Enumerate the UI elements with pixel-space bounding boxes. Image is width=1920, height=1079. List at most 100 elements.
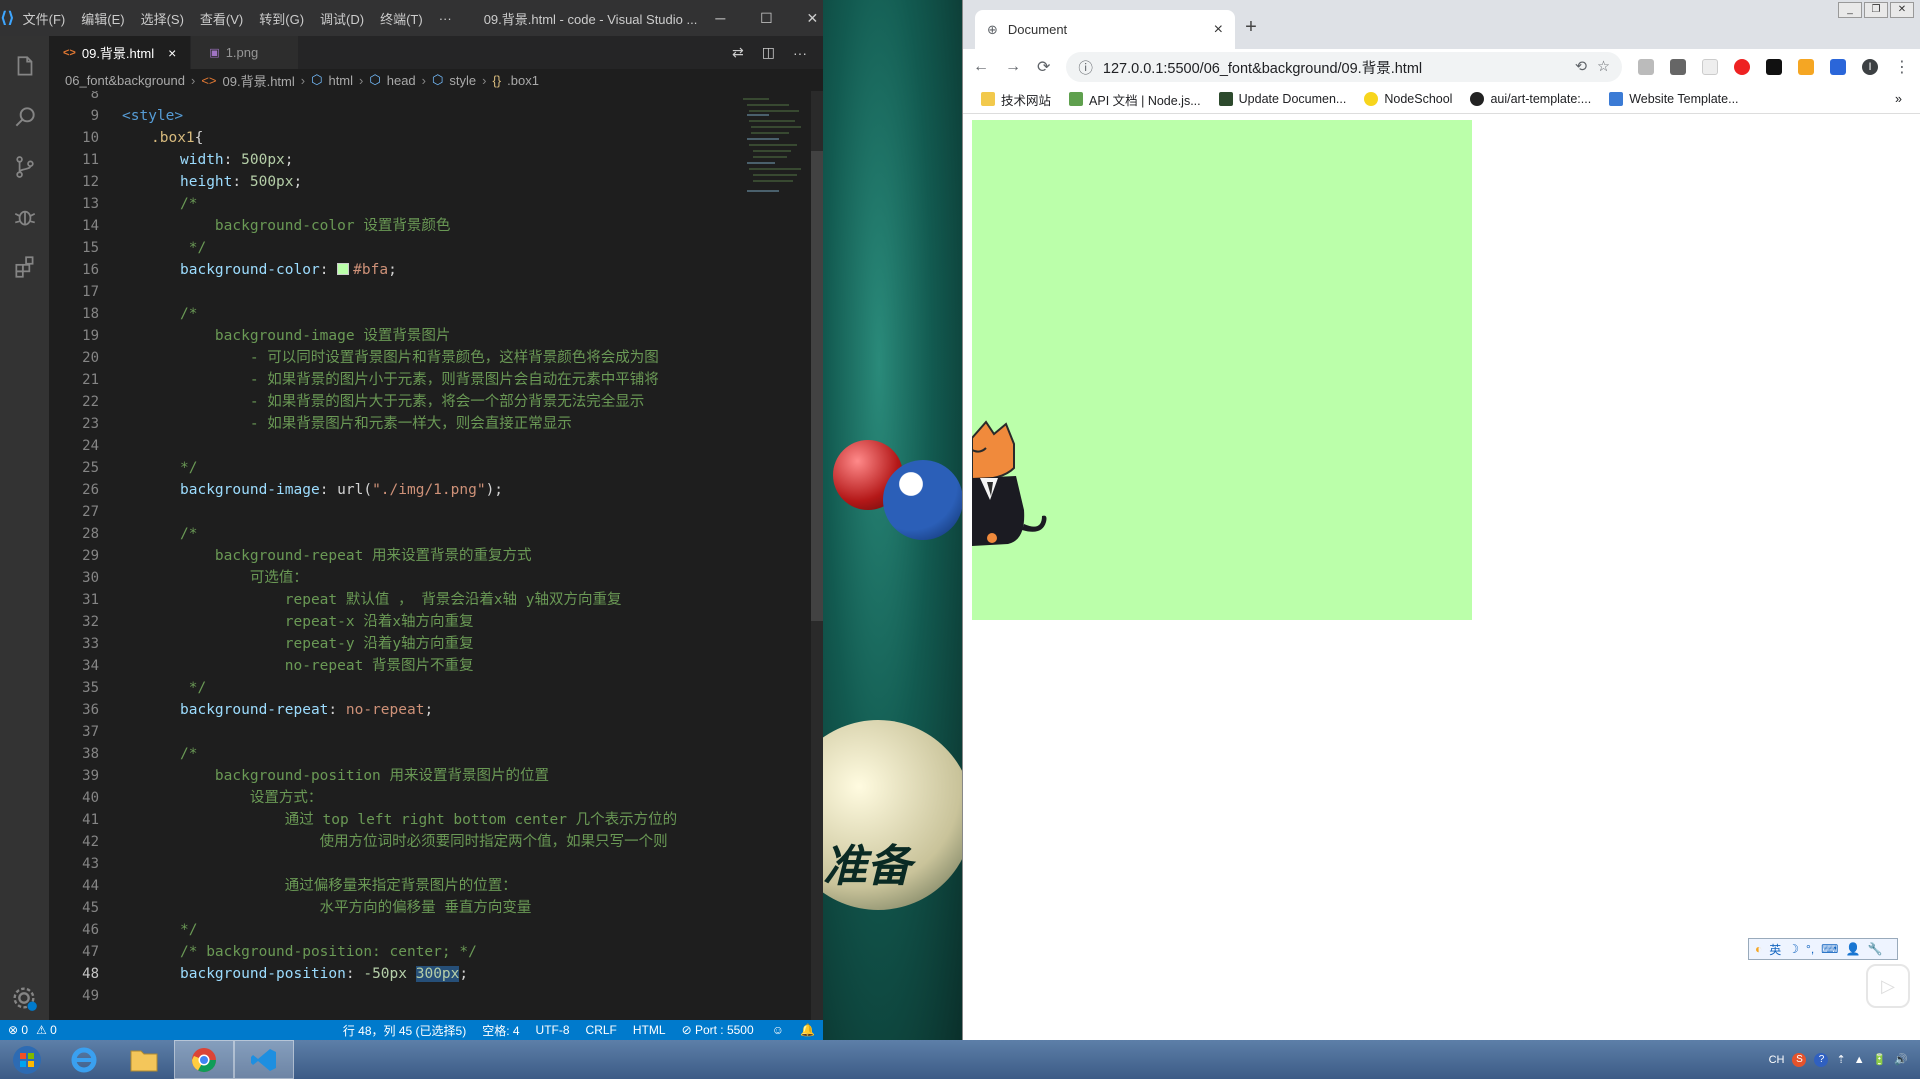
forward-icon[interactable]: → <box>1005 58 1021 76</box>
reload-icon[interactable]: ⟳ <box>1037 57 1050 77</box>
source-control-icon[interactable] <box>0 142 49 192</box>
notifications-bell-icon[interactable]: 🔔 <box>792 1023 823 1037</box>
extension-icon-7[interactable] <box>1830 59 1846 75</box>
ime-moon-icon[interactable]: ☽ <box>1788 942 1799 956</box>
ime-keyboard-icon[interactable]: ⌨ <box>1821 942 1838 956</box>
ime-punctuation-icon[interactable]: °, <box>1806 942 1814 956</box>
status-warnings[interactable]: ⚠ 0 <box>28 1023 65 1037</box>
debug-icon[interactable] <box>0 192 49 242</box>
menu-more[interactable]: ··· <box>431 11 460 26</box>
menu-file[interactable]: 文件(F) <box>15 9 74 28</box>
extensions-icon[interactable] <box>0 242 49 292</box>
tray-power-icon[interactable]: 🔋 <box>1873 1053 1887 1066</box>
extension-icon-3[interactable] <box>1702 59 1718 75</box>
ime-settings-icon[interactable]: 🔧 <box>1867 942 1882 956</box>
code-fn: url( <box>337 482 373 498</box>
address-bar[interactable]: ⓘ 127.0.0.1:5500/06_font&background/09.背… <box>1066 52 1622 82</box>
bookmark-item[interactable]: API 文档 | Node.js... <box>1069 90 1201 109</box>
line-number: 18 <box>82 306 99 322</box>
tray-language[interactable]: CH <box>1769 1054 1785 1066</box>
bookmark-item[interactable]: NodeSchool <box>1364 92 1452 106</box>
code-comment: 可选值： <box>180 570 308 586</box>
chrome-close-button[interactable]: ✕ <box>1890 2 1914 18</box>
breadcrumb-file[interactable]: 09.背景.html <box>223 71 295 90</box>
color-swatch[interactable] <box>337 263 350 275</box>
play-overlay-button[interactable]: ▷ <box>1866 964 1910 1008</box>
menu-edit[interactable]: 编辑(E) <box>73 9 132 28</box>
chrome-menu-icon[interactable]: ⋮ <box>1894 57 1910 77</box>
url-text[interactable]: 127.0.0.1:5500/06_font&background/09.背景.… <box>1103 57 1422 78</box>
bookmark-item[interactable]: Website Template... <box>1609 92 1739 106</box>
start-button[interactable] <box>0 1040 54 1079</box>
browser-tab-document[interactable]: ⊕ Document × <box>975 10 1235 49</box>
minimize-button[interactable]: ─ <box>697 10 743 27</box>
search-icon[interactable] <box>0 92 49 142</box>
close-button[interactable]: ✕ <box>789 10 835 27</box>
new-tab-button[interactable]: + <box>1233 12 1269 42</box>
tab-09-html[interactable]: <> 09.背景.html × <box>49 36 192 69</box>
extension-icon-6[interactable] <box>1798 59 1814 75</box>
bookmark-item[interactable]: aui/art-template:... <box>1470 92 1591 106</box>
status-errors[interactable]: ⊗ 0 <box>0 1023 28 1037</box>
ime-language[interactable]: 英 <box>1769 941 1781 958</box>
menu-debug[interactable]: 调试(D) <box>312 9 372 28</box>
status-port[interactable]: ⊘ Port : 5500 <box>674 1023 762 1037</box>
line-number: 24 <box>82 438 99 454</box>
menu-selection[interactable]: 选择(S) <box>133 9 192 28</box>
tab-1-png[interactable]: ▣ 1.png <box>191 36 300 69</box>
chrome-minimize-button[interactable]: _ <box>1838 2 1862 18</box>
breadcrumb-head[interactable]: head <box>387 73 416 88</box>
status-position[interactable]: 行 48，列 45 (已选择5) <box>335 1022 474 1039</box>
box1-green-box <box>972 120 1472 620</box>
help-icon[interactable]: ? <box>1814 1052 1829 1067</box>
taskbar-explorer[interactable] <box>114 1040 174 1079</box>
close-tab-icon[interactable]: × <box>1214 21 1223 39</box>
breadcrumb-folder[interactable]: 06_font&background <box>65 73 185 88</box>
minimap[interactable] <box>739 91 811 1020</box>
status-language[interactable]: HTML <box>625 1023 674 1037</box>
opera-icon[interactable] <box>1734 59 1750 75</box>
status-eol[interactable]: CRLF <box>578 1023 625 1037</box>
menu-terminal[interactable]: 终端(T) <box>372 9 431 28</box>
ime-user-icon[interactable]: 👤 <box>1846 942 1861 956</box>
more-actions-icon[interactable]: ··· <box>793 45 807 61</box>
menu-view[interactable]: 查看(V) <box>192 9 251 28</box>
sogou-icon[interactable]: S <box>1792 1052 1807 1067</box>
editor-scrollbar[interactable] <box>811 91 823 1020</box>
site-info-icon[interactable]: ⓘ <box>1078 57 1093 78</box>
taskbar-ie[interactable] <box>54 1040 114 1079</box>
code-area[interactable]: <style> .box1{ width: 500px; height: 500… <box>122 91 739 1020</box>
open-changes-icon[interactable]: ⇄ <box>732 44 744 61</box>
back-icon[interactable]: ← <box>973 58 989 76</box>
tray-sync-icon[interactable]: ⇡ <box>1836 1053 1845 1066</box>
chrome-restore-button[interactable]: ❐ <box>1864 2 1888 18</box>
taskbar-vscode[interactable] <box>234 1040 294 1079</box>
tray-expand-icon[interactable]: ▲ <box>1854 1054 1865 1066</box>
profile-avatar[interactable]: I <box>1862 59 1878 75</box>
breadcrumb-selector[interactable]: .box1 <box>507 73 539 88</box>
explorer-icon[interactable] <box>0 42 49 92</box>
extension-icon-5[interactable] <box>1766 59 1782 75</box>
taskbar-chrome[interactable] <box>174 1040 234 1079</box>
scrollbar-thumb[interactable] <box>811 151 823 621</box>
bookmark-item[interactable]: Update Documen... <box>1218 92 1346 106</box>
bookmark-star-icon[interactable]: ☆ <box>1597 59 1610 75</box>
breadcrumb-html[interactable]: html <box>328 73 353 88</box>
split-editor-icon[interactable]: ◫ <box>762 44 775 61</box>
close-tab-icon[interactable]: × <box>168 45 176 61</box>
bookmarks-overflow-icon[interactable]: » <box>1895 92 1902 106</box>
bookmark-item[interactable]: 技术网站 <box>981 90 1051 109</box>
breadcrumb-style[interactable]: style <box>449 73 476 88</box>
menu-go[interactable]: 转到(G) <box>251 9 312 28</box>
settings-gear-icon[interactable] <box>10 984 38 1012</box>
feedback-icon[interactable]: ☺ <box>764 1023 792 1037</box>
ime-toolbar[interactable]: ◐ 英 ☽ °, ⌨ 👤 🔧 <box>1748 938 1898 960</box>
tray-volume-icon[interactable]: 🔊 <box>1894 1053 1908 1066</box>
extension-icon-2[interactable] <box>1670 59 1686 75</box>
status-spaces[interactable]: 空格: 4 <box>474 1022 527 1039</box>
maximize-button[interactable]: ☐ <box>743 10 789 27</box>
status-encoding[interactable]: UTF-8 <box>528 1023 578 1037</box>
extension-icon-1[interactable] <box>1638 59 1654 75</box>
code-editor[interactable]: 8 9 10 11 12 13 14 15 16 17 18 19 20 21 22 23 24 25 26 27 28… <box>49 91 739 1020</box>
translate-icon[interactable]: ⟲ <box>1575 59 1587 75</box>
